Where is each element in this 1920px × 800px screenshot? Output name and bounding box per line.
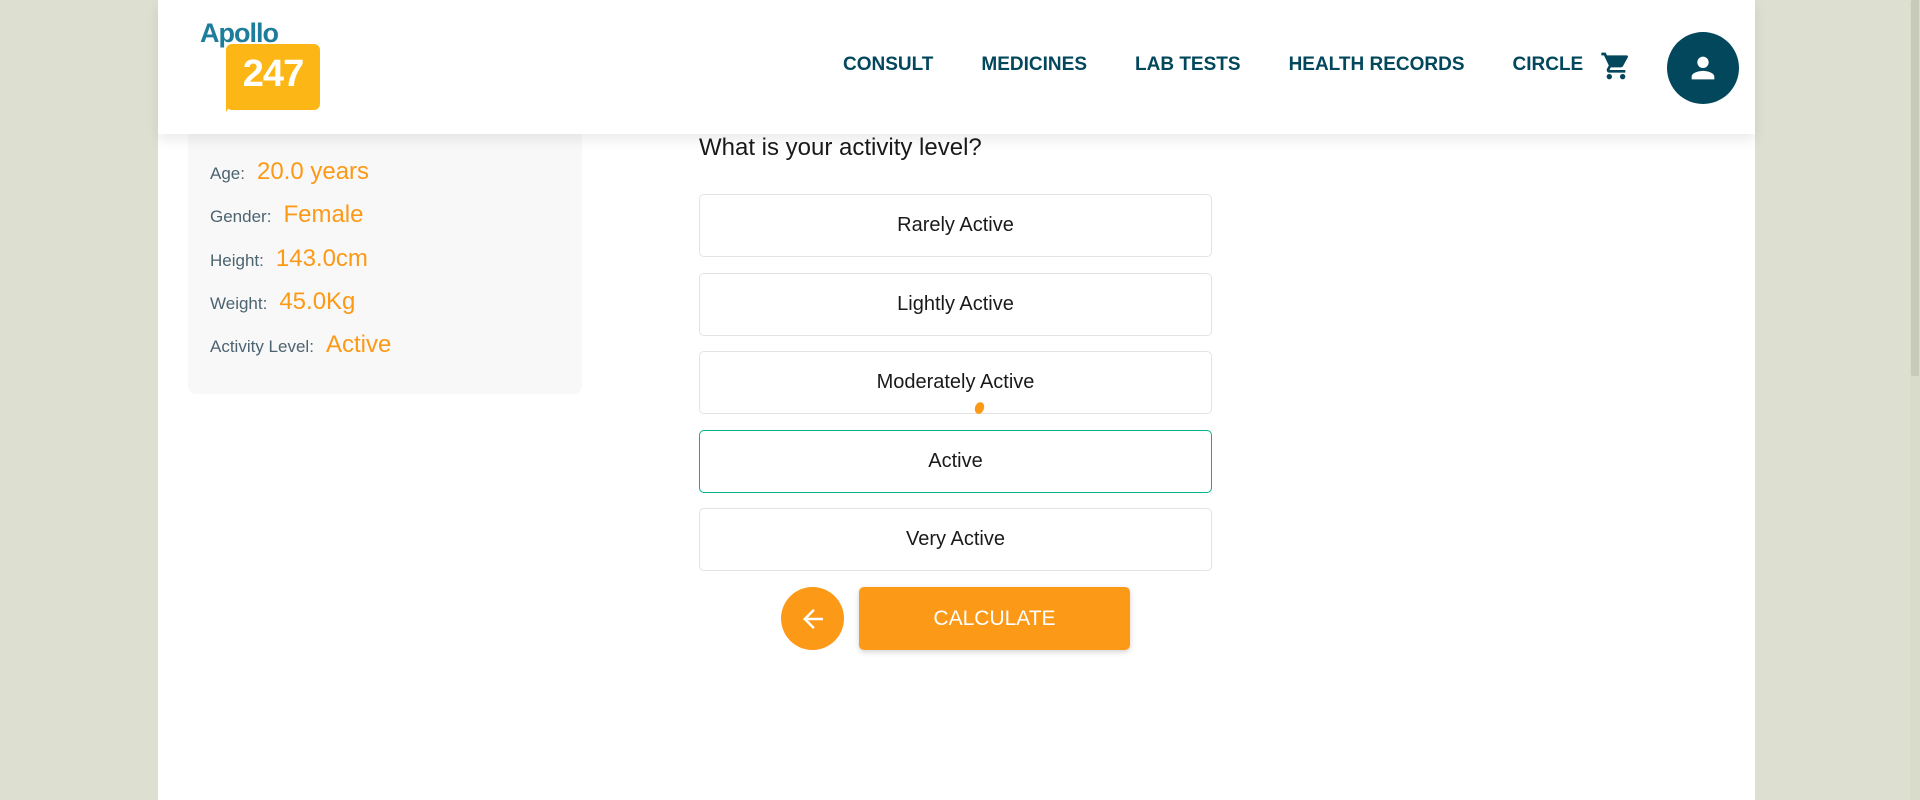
- user-icon: [1691, 56, 1715, 80]
- option-moderately-active[interactable]: Moderately Active: [699, 351, 1212, 414]
- gender-label: Gender:: [210, 207, 272, 226]
- age-label: Age:: [210, 164, 245, 183]
- height-label: Height:: [210, 251, 264, 270]
- nav-item-health-records[interactable]: HEALTH RECORDS: [1289, 52, 1465, 78]
- logo-number: 247: [242, 53, 304, 95]
- nav-item-medicines[interactable]: MEDICINES: [981, 52, 1087, 78]
- height-row: Height: 143.0cm: [210, 245, 368, 273]
- site-header: Apollo 247 CONSULT MEDICINES LAB TESTS H…: [158, 0, 1755, 134]
- weight-row: Weight: 45.0Kg: [210, 288, 355, 316]
- back-button[interactable]: [781, 587, 844, 650]
- option-very-active[interactable]: Very Active: [699, 508, 1212, 571]
- logo-badge-tail: [226, 98, 235, 112]
- option-lightly-active[interactable]: Lightly Active: [699, 273, 1212, 336]
- height-value: 143.0cm: [275, 245, 368, 272]
- activity-level-row: Activity Level: Active: [210, 331, 391, 359]
- profile-button[interactable]: [1667, 32, 1739, 104]
- arrow-left-icon: [802, 608, 823, 629]
- calculate-button[interactable]: CALCULATE: [859, 587, 1130, 650]
- weight-value: 45.0Kg: [279, 288, 356, 315]
- activity-question: What is your activity level?: [699, 134, 982, 161]
- age-value: 20.0 years: [256, 158, 370, 185]
- apollo-247-logo[interactable]: Apollo 247: [200, 18, 322, 114]
- age-row: Age: 20.0 years: [210, 158, 369, 186]
- cart-icon[interactable]: [1599, 50, 1633, 82]
- option-active[interactable]: Active: [699, 430, 1212, 493]
- weight-label: Weight:: [210, 294, 268, 313]
- nav-item-consult[interactable]: CONSULT: [843, 52, 933, 78]
- gender-row: Gender: Female: [210, 201, 363, 229]
- activity-level-label: Activity Level:: [210, 337, 314, 356]
- profile-summary-card: Age: 20.0 years Gender: Female Height: 1…: [188, 130, 582, 394]
- scrollbar-thumb[interactable]: [1911, 0, 1919, 376]
- nav-item-circle[interactable]: CIRCLE: [1513, 52, 1584, 78]
- main-nav: CONSULT MEDICINES LAB TESTS HEALTH RECOR…: [843, 52, 1631, 78]
- option-rarely-active[interactable]: Rarely Active: [699, 194, 1212, 257]
- nav-item-lab-tests[interactable]: LAB TESTS: [1135, 52, 1241, 78]
- gender-value: Female: [283, 201, 364, 228]
- activity-level-value: Active: [325, 331, 392, 358]
